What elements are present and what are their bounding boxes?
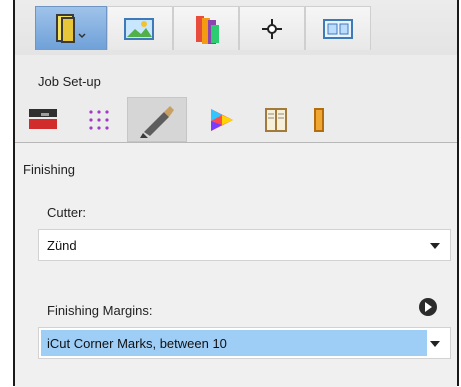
tab-layout[interactable] (305, 6, 371, 50)
icon-tab-strip (15, 97, 457, 142)
tab-media[interactable] (15, 97, 71, 142)
finishing-margins-select[interactable]: iCut Corner Marks, between 10 (38, 327, 451, 359)
booklet-icon (56, 13, 86, 43)
media-icon (29, 108, 57, 129)
tab-book[interactable] (249, 97, 305, 142)
subheader: Job Set-up (15, 55, 457, 97)
tab-color[interactable] (193, 97, 249, 142)
window-frame: Job Set-up Finishing Cutter: Zünd Finish… (13, 0, 459, 387)
section-title: Finishing (23, 162, 76, 177)
book-icon (265, 107, 287, 132)
finishing-panel: Finishing Cutter: Zünd Finishing Margins… (15, 142, 457, 387)
grid-icon (89, 109, 109, 130)
swatches-icon (196, 15, 219, 44)
layout-icon (323, 18, 353, 39)
tab-colors[interactable] (173, 6, 239, 50)
tab-crosshair[interactable] (239, 6, 305, 50)
cutter-label: Cutter: (47, 205, 87, 220)
color-wheel-icon (211, 108, 233, 131)
tab-more[interactable] (305, 97, 335, 142)
finishing-margins-value: iCut Corner Marks, between 10 (47, 336, 227, 351)
knife-icon (140, 105, 174, 138)
go-arrow-icon[interactable] (419, 298, 437, 316)
tab-image[interactable] (107, 6, 173, 50)
crosshair-icon (262, 18, 282, 39)
cutter-select[interactable]: Zünd (38, 229, 451, 261)
tab-grid[interactable] (71, 97, 127, 142)
finishing-margins-label: Finishing Margins: (47, 303, 153, 318)
tab-job[interactable] (35, 6, 107, 50)
top-tab-strip (15, 0, 457, 56)
chevron-down-icon (430, 341, 440, 347)
partial-icon (314, 107, 324, 132)
picture-icon (124, 17, 154, 40)
chevron-down-icon (430, 243, 440, 249)
page-title: Job Set-up (38, 74, 101, 89)
cutter-value: Zünd (47, 238, 77, 253)
tab-finishing[interactable] (127, 97, 187, 142)
